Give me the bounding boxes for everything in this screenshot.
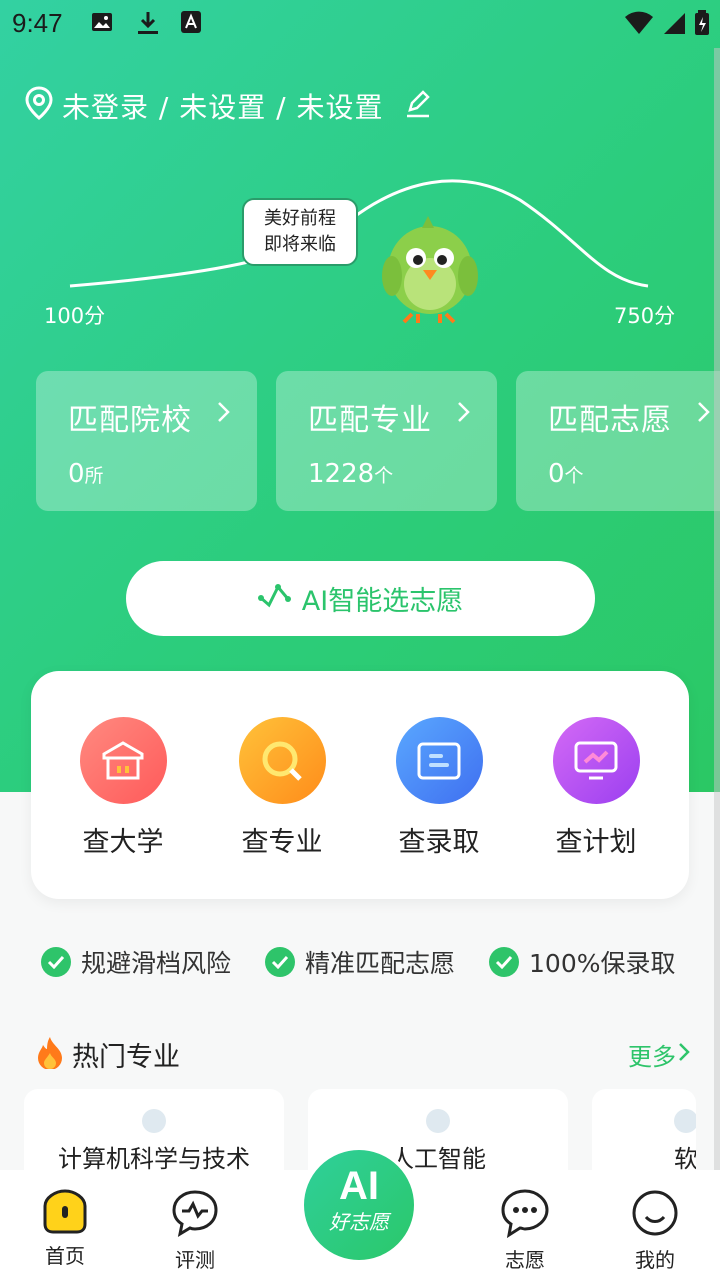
tab-home[interactable]: 首页 xyxy=(20,1188,110,1269)
download-icon xyxy=(136,10,160,40)
tab-assess[interactable]: 评测 xyxy=(150,1188,240,1273)
more-label: 更多 xyxy=(628,1042,676,1071)
status-bar: 9:47 xyxy=(0,0,720,48)
image-notification-icon xyxy=(90,10,114,38)
match-card-unit: 个 xyxy=(374,465,394,487)
major-icon xyxy=(142,1109,166,1133)
match-card-majors[interactable]: 匹配专业 1228个 xyxy=(276,371,497,511)
hot-majors-header: 热门专业 更多 xyxy=(36,1034,696,1074)
tab-label: 志愿 xyxy=(505,1248,545,1272)
ai-center-title: AI xyxy=(339,1164,379,1208)
score-min-label: 100分 xyxy=(44,304,106,328)
mascot-bird-icon xyxy=(378,214,482,328)
status-time: 9:47 xyxy=(12,8,63,38)
chevron-right-icon xyxy=(457,401,471,427)
major-icon xyxy=(426,1109,450,1133)
major-icon xyxy=(674,1109,696,1133)
tab-mine[interactable]: 我的 xyxy=(610,1188,700,1273)
match-card-title: 匹配志愿 xyxy=(548,403,672,438)
match-cards: 匹配院校 0所 匹配专业 1228个 匹配志愿 0个 xyxy=(36,371,720,511)
match-card-count: 1228 xyxy=(308,459,375,489)
ai-select-volunteer-button[interactable]: AI智能选志愿 xyxy=(126,561,595,636)
tab-label: 首页 xyxy=(45,1244,85,1268)
battery-icon xyxy=(694,10,710,40)
match-card-unit: 个 xyxy=(564,465,584,487)
query-panel: 查大学 查专业 查录取 查计划 xyxy=(31,671,689,899)
query-major[interactable]: 查专业 xyxy=(217,717,347,859)
university-icon xyxy=(79,717,167,804)
tab-label: 评测 xyxy=(175,1248,215,1272)
home-icon xyxy=(41,1189,89,1238)
feature-label: 规避滑档风险 xyxy=(81,949,232,978)
score-curve xyxy=(69,179,649,288)
slogan-bubble: 美好前程 即将来临 xyxy=(242,198,358,266)
query-university[interactable]: 查大学 xyxy=(58,717,188,859)
ai-button-label: AI智能选志愿 xyxy=(301,586,464,617)
plan-chart-icon xyxy=(552,717,640,804)
query-label: 查计划 xyxy=(555,827,637,858)
query-admission[interactable]: 查录取 xyxy=(374,717,504,859)
search-icon xyxy=(238,717,326,804)
major-name: 计算机科学与技术 xyxy=(58,1145,250,1173)
location-text: 未登录 / 未设置 / 未设置 xyxy=(62,91,384,124)
edit-icon[interactable] xyxy=(405,88,431,125)
query-label: 查录取 xyxy=(398,827,480,858)
score-max-label: 750分 xyxy=(614,304,676,328)
admission-icon xyxy=(395,717,483,804)
wifi-icon xyxy=(624,11,654,39)
check-circle-icon xyxy=(489,947,520,977)
signal-icon xyxy=(662,11,686,39)
feature-list: 规避滑档风险 精准匹配志愿 100%保录取 xyxy=(41,944,676,980)
match-card-schools[interactable]: 匹配院校 0所 xyxy=(36,371,257,511)
match-card-volunteers[interactable]: 匹配志愿 0个 xyxy=(516,371,720,511)
match-card-count: 0 xyxy=(68,459,85,489)
pulse-chat-icon xyxy=(170,1190,220,1242)
location-pin-icon xyxy=(24,85,54,127)
feature-item: 精准匹配志愿 xyxy=(265,944,455,980)
scrollbar[interactable] xyxy=(714,48,720,1178)
major-name: 软件 xyxy=(674,1145,696,1173)
match-card-unit: 所 xyxy=(84,465,104,487)
hot-majors-title: 热门专业 xyxy=(72,1041,180,1073)
tab-volunteer[interactable]: 志愿 xyxy=(480,1188,570,1273)
fire-icon xyxy=(36,1035,64,1073)
match-card-count: 0 xyxy=(548,459,565,489)
ai-center-button[interactable]: AI 好志愿 xyxy=(300,1146,418,1264)
ai-trend-icon xyxy=(257,582,292,615)
query-label: 查大学 xyxy=(82,827,164,858)
check-circle-icon xyxy=(265,947,296,977)
feature-item: 100%保录取 xyxy=(489,944,676,980)
check-circle-icon xyxy=(41,947,71,977)
app-notification-icon xyxy=(180,10,202,38)
chevron-right-icon xyxy=(697,401,711,427)
feature-label: 精准匹配志愿 xyxy=(305,949,456,978)
smile-face-icon xyxy=(630,1190,680,1242)
chat-bubble-icon xyxy=(500,1189,550,1242)
location-selector[interactable]: 未登录 / 未设置 / 未设置 xyxy=(24,85,431,127)
query-plan[interactable]: 查计划 xyxy=(531,717,661,859)
ai-center-subtitle: 好志愿 xyxy=(329,1210,389,1234)
slogan-line-2: 即将来临 xyxy=(264,234,336,255)
more-link[interactable]: 更多 xyxy=(628,1037,692,1072)
feature-item: 规避滑档风险 xyxy=(41,944,231,980)
feature-label: 100%保录取 xyxy=(529,949,676,978)
chevron-right-icon xyxy=(217,401,231,427)
tab-label: 我的 xyxy=(635,1248,675,1272)
query-label: 查专业 xyxy=(241,827,323,858)
slogan-line-1: 美好前程 xyxy=(264,208,336,229)
chevron-right-icon xyxy=(676,1040,692,1068)
